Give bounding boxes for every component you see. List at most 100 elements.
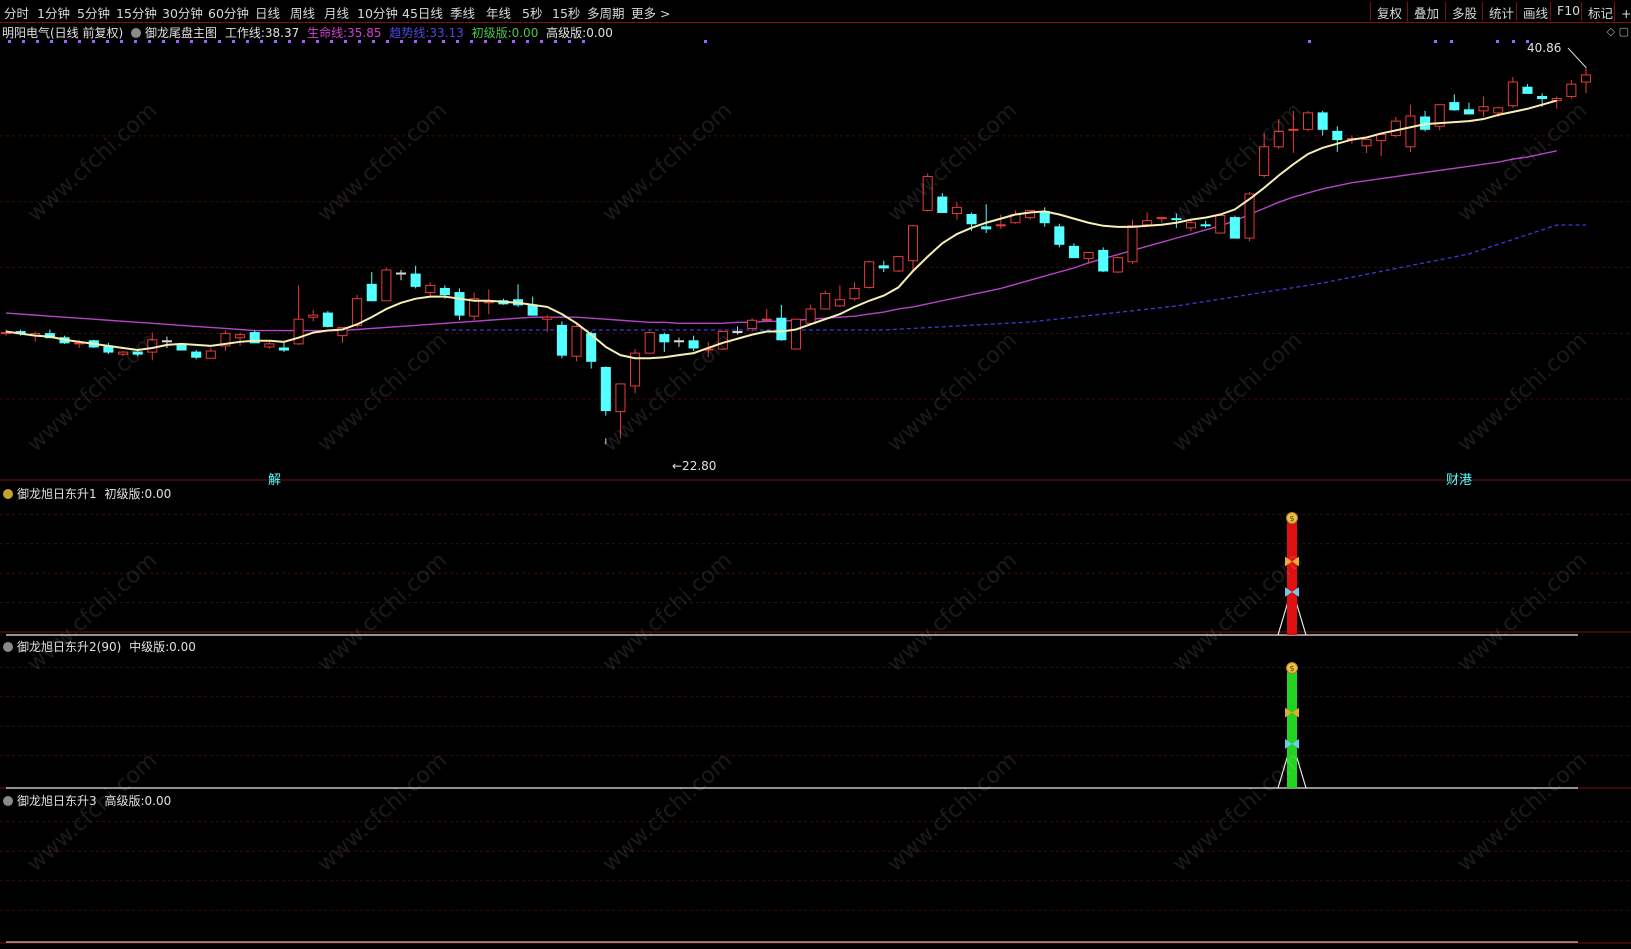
candle-body [659,334,670,343]
candle-body [454,292,465,316]
signal-dot [1512,40,1515,43]
candle-body [176,344,187,351]
period-tab-6[interactable]: 日线 [255,3,280,22]
candle-body [1507,81,1518,107]
period-tab-16[interactable]: 更多 > [631,3,670,22]
panel1-title[interactable]: 御龙旭日东升1 [17,487,97,501]
candle-body [395,272,407,275]
period-tab-9[interactable]: 10分钟 [357,3,398,22]
candle-body [191,351,202,358]
panel2-value: 0.00 [169,640,196,654]
period-tab-3[interactable]: 15分钟 [116,3,157,22]
tool-button-6[interactable]: 标记 [1581,2,1613,21]
panel1-toggle-icon[interactable] [3,489,13,499]
candle-body [981,226,992,230]
tool-button-3[interactable]: 统计 [1482,2,1514,21]
candle-body [1332,130,1343,141]
candle-body [205,350,216,359]
panel1-signal-moneybag-symbol: $ [1289,514,1294,523]
panel1-header: 御龙旭日东升1 初级版:0.00 [3,485,171,502]
candle-body [908,225,919,262]
panel3-toggle-icon[interactable] [3,796,13,806]
candle-body [352,298,363,326]
candle-body [1537,95,1548,100]
candle-body [688,340,699,349]
low-price-label: ←22.80 [672,459,717,473]
candle-body [805,308,816,324]
candle-body [1566,83,1577,97]
candle-body [1127,225,1138,263]
candle-body [1551,98,1562,102]
period-tab-2[interactable]: 5分钟 [77,3,110,22]
candle-body [834,299,845,307]
period-tab-13[interactable]: 5秒 [522,3,542,22]
candle-body [1200,224,1211,227]
tool-button-1[interactable]: 叠加 [1407,2,1439,21]
period-tab-5[interactable]: 60分钟 [208,3,249,22]
main-chart-header: 明阳电气(日线 前复权) 御龙尾盘主图 工作线:38.37 生命线:35.85 … [2,24,613,41]
signal-dot [1308,40,1311,43]
tool-button-5[interactable]: F10 [1550,2,1580,21]
work-line-value: 38.37 [264,26,300,40]
panel3-header: 御龙旭日东升3 高级版:0.00 [3,792,171,809]
signal-dot [1450,40,1453,43]
candle-body [1390,120,1401,136]
period-tab-4[interactable]: 30分钟 [162,3,203,22]
period-tab-14[interactable]: 15秒 [552,3,580,22]
candle-body [820,293,831,310]
tool-button-0[interactable]: 复权 [1370,2,1402,21]
candle-body [1478,106,1489,112]
period-tab-0[interactable]: 分时 [4,3,29,22]
candle-body [600,366,611,412]
work-line-label: 工作线: [224,26,265,40]
candle-body [732,331,743,334]
candle-body [161,340,172,343]
candle-body [1171,218,1182,221]
candle-body [322,312,333,327]
candle-body [1288,128,1299,131]
candle-body [293,318,304,345]
candle-body [571,325,582,357]
candle-body [951,206,962,214]
tool-button-4[interactable]: 画线 [1516,2,1548,21]
candle-body [1156,217,1167,220]
candle-body [849,287,860,300]
high-arrow [1567,47,1587,68]
tool-button-2[interactable]: 多股 [1445,2,1477,21]
life-line-value: 35.85 [347,26,382,40]
corner-icons[interactable]: ◇ ▢ [1607,25,1629,38]
candle-body [235,334,246,339]
stock-name[interactable]: 明阳电气(日线 前复权) [2,26,123,40]
period-toolbar: 分时 1分钟 5分钟 15分钟 30分钟 60分钟 日线 周线 月线 10分钟 45日线 季线 年线 5秒… [0,0,1631,23]
panel2-header: 御龙旭日东升2(90) 中级版:0.00 [3,638,196,655]
candle-body [1229,217,1240,239]
candle-body [761,318,772,321]
candle-body [864,261,875,288]
candle-body [1039,210,1050,224]
candle-body [1273,130,1284,148]
signal-dot [1434,40,1437,43]
period-tab-1[interactable]: 1分钟 [37,3,70,22]
candle-body [1361,139,1372,147]
period-tab-10[interactable]: 45日线 [402,3,443,22]
candle-body [1068,245,1079,259]
tool-button-7[interactable]: +自 [1614,2,1631,21]
period-tab-8[interactable]: 月线 [324,3,349,22]
panel2-title[interactable]: 御龙旭日东升2(90) [17,640,121,654]
candle-body [1303,112,1314,130]
candle-body [264,343,275,348]
candle-body [1083,252,1094,260]
panel3-title[interactable]: 御龙旭日东升3 [17,794,97,808]
candle-body [1405,115,1416,148]
candle-body [1522,86,1533,94]
period-tab-11[interactable]: 季线 [450,3,475,22]
period-tab-7[interactable]: 周线 [290,3,315,22]
period-tab-15[interactable]: 多周期 [587,3,625,22]
candle-body [366,283,377,302]
settings-toggle-icon[interactable] [131,28,142,38]
indicator-name[interactable]: 御龙尾盘主图 [145,26,217,40]
period-tab-12[interactable]: 年线 [486,3,511,22]
panel2-toggle-icon[interactable] [3,642,13,652]
life-line-label: 生命线: [307,26,348,40]
candle-body [439,287,450,296]
